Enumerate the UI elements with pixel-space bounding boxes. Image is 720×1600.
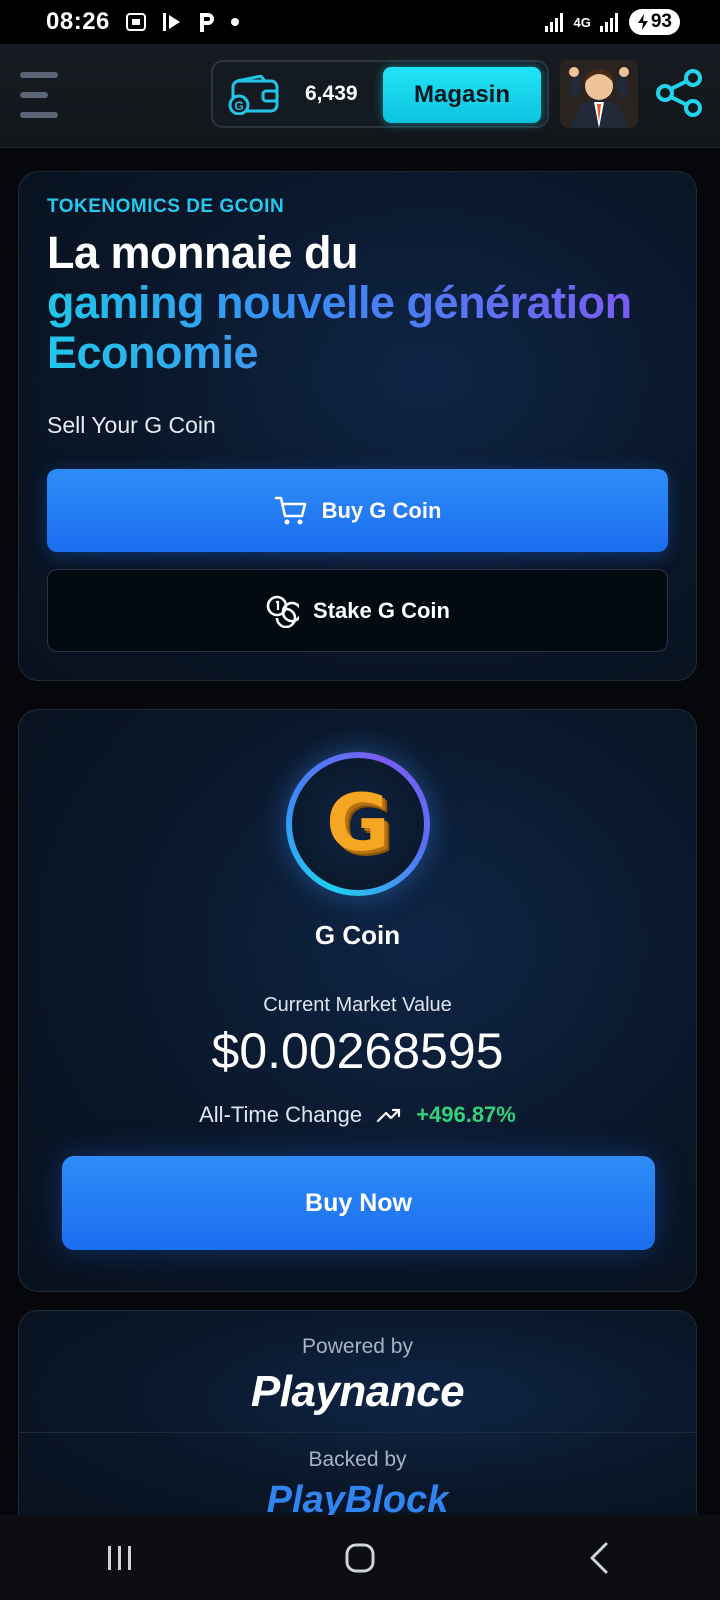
hero-headline: La monnaie du gaming nouvelle génération… [47,228,632,378]
coin-logo-inner: G [292,758,424,890]
powered-by-label: Powered by [302,1335,413,1358]
market-value-label: Current Market Value [263,994,452,1016]
menu-bar-icon [20,72,58,78]
coin-symbol: G [325,779,391,869]
avatar-illustration [560,60,638,128]
dot-icon [230,18,239,26]
play-store-icon [162,13,180,31]
all-time-change: All-Time Change +496.87% [19,1102,696,1128]
playnance-logo[interactable]: Playnance [19,1367,696,1417]
backed-by-label: Backed by [308,1448,407,1471]
buy-g-coin-button[interactable]: Buy G Coin [47,469,668,552]
partners-card: Powered by Playnance Backed by PlayBlock [18,1310,697,1530]
battery-indicator: 93 [628,9,680,35]
system-nav-bar [0,1515,720,1600]
coin-market-card: G G Coin Current Market Value $0.0026859… [18,709,697,1292]
buy-now-button[interactable]: Buy Now [62,1156,655,1250]
shop-button[interactable]: Magasin [383,67,541,123]
menu-button[interactable] [20,72,62,118]
cart-icon [274,496,306,524]
wallet-balance[interactable]: G 6,439 Magasin [211,60,549,128]
menu-bar-icon [20,92,48,98]
screenshot-icon [125,13,146,31]
stake-g-coin-label: Stake G Coin [313,597,450,623]
coins-icon [266,595,300,628]
battery-level: 93 [650,11,672,32]
headline-line-1: La monnaie du [47,227,359,278]
p-app-icon [199,13,214,32]
back-icon[interactable] [580,1538,620,1578]
headline-line-2: gaming nouvelle génération [47,277,632,328]
change-percentage: +496.87% [416,1102,516,1127]
charging-icon [637,14,648,30]
status-bar: 08:26 4G 93 [0,0,720,44]
user-avatar[interactable] [560,60,638,128]
network-type: 4G [573,14,591,30]
status-system-icons: 4G 93 [544,9,680,35]
g-coin-logo: G [286,752,430,896]
coin-name: G Coin [314,920,401,950]
market-value: $0.00268595 [211,1023,504,1079]
menu-bar-icon [20,112,58,118]
headline-line-3: Economie [47,328,632,378]
status-time: 08:26 [46,8,110,35]
stake-g-coin-button[interactable]: Stake G Coin [47,569,668,652]
divider [19,1432,696,1433]
signal-icon-2 [599,13,618,32]
wallet-icon: G [228,75,279,115]
signal-icon [544,13,563,32]
tokenomics-card: TOKENOMICS DE GCOIN La monnaie du gaming… [18,171,697,681]
home-icon[interactable] [340,1538,380,1578]
coin-balance: 6,439 [305,82,358,105]
change-label: All-Time Change [199,1102,363,1127]
status-notification-icons [124,10,240,34]
section-eyebrow: TOKENOMICS DE GCOIN [47,196,285,217]
app-header: G 6,439 Magasin [0,44,720,148]
recent-apps-icon[interactable] [100,1538,140,1578]
share-icon[interactable] [654,68,704,118]
buy-g-coin-label: Buy G Coin [321,497,442,523]
svg-text:G: G [234,99,243,113]
trending-up-icon [377,1108,401,1123]
hero-subtitle: Sell Your G Coin [47,412,216,438]
